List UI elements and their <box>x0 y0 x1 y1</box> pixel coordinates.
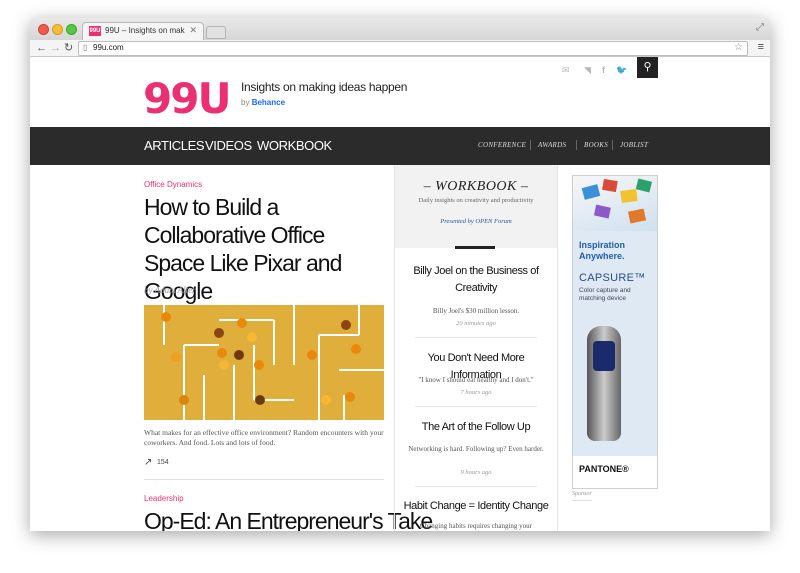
ad-photo-collage <box>573 176 657 231</box>
article-author: by Adam Alter <box>144 285 196 295</box>
pantone-logo: PANTONE® <box>579 464 629 474</box>
photo-collage-image <box>581 178 653 224</box>
workbook-header: – WORKBOOK – Daily insights on creativit… <box>395 165 557 249</box>
search-icon[interactable]: ⚲ <box>637 57 658 78</box>
tab-title: 99U – Insights on making <box>105 26 185 35</box>
workbook-item-time: 20 minutes ago <box>456 320 496 327</box>
sidebar-ad-column: Inspiration Anywhere. CAPSURE™ Color cap… <box>562 165 770 531</box>
site-tagline: Insights on making ideas happen <box>241 80 408 94</box>
facebook-icon[interactable]: f <box>602 65 605 75</box>
workbook-title[interactable]: – WORKBOOK – <box>395 179 557 195</box>
title-bar: 99U 99U – Insights on making ✕ ⤢ <box>30 18 770 41</box>
zoom-window-button[interactable] <box>66 24 77 35</box>
new-tab-button[interactable] <box>206 26 226 39</box>
nav-articles[interactable]: ARTICLES <box>144 138 205 153</box>
reload-icon[interactable]: ↻ <box>64 41 73 55</box>
workbook-item-desc: Networking is hard. Following up? Even h… <box>408 445 544 453</box>
fullscreen-icon[interactable]: ⤢ <box>756 22 764 33</box>
forward-arrow-icon[interactable]: → <box>50 41 61 55</box>
article-excerpt: What makes for an effective office envir… <box>144 428 384 447</box>
article-title[interactable]: Op-Ed: An Entrepreneur's Take <box>144 507 433 531</box>
workbook-item-time: 9 hours ago <box>460 469 492 476</box>
url-text: 99u.com <box>93 43 124 52</box>
nav-joblist[interactable]: JOBLIST <box>620 141 648 149</box>
workbook-subtitle: Daily insights on creativity and product… <box>418 197 534 204</box>
workbook-divider <box>415 486 537 487</box>
nav-videos[interactable]: VIDEOS <box>205 138 252 153</box>
workbook-header-bar <box>455 246 495 249</box>
office-maze-illustration <box>161 305 384 420</box>
twitter-icon[interactable]: 🐦 <box>616 65 627 76</box>
workbook-sponsor-link[interactable]: Presented by OPEN Forum <box>395 218 557 225</box>
pantone-ad-banner[interactable]: Inspiration Anywhere. CAPSURE™ Color cap… <box>572 175 658 489</box>
page-icon: ▯ <box>83 43 88 52</box>
web-page: 99U Insights on making ideas happen by B… <box>30 57 770 531</box>
ad-headline: Inspiration Anywhere. <box>579 240 626 261</box>
mail-icon[interactable]: ✉ <box>562 65 570 76</box>
workbook-column: – WORKBOOK – Daily insights on creativit… <box>394 165 558 531</box>
article-hero-image[interactable] <box>144 305 384 420</box>
back-arrow-icon[interactable]: ← <box>36 41 47 55</box>
browser-window: 99U 99U – Insights on making ✕ ⤢ ← → ↻ ▯… <box>30 18 770 531</box>
sponsor-divider <box>572 500 592 501</box>
minimize-window-button[interactable] <box>52 24 63 35</box>
site-logo[interactable]: 99U <box>143 77 232 121</box>
bookmark-star-icon[interactable]: ☆ <box>734 42 743 53</box>
address-bar[interactable]: ▯ 99u.com ☆ <box>78 41 748 56</box>
workbook-item-title[interactable]: Habit Change = Identity Change <box>403 498 549 515</box>
behance-link[interactable]: Behance <box>252 98 285 107</box>
main-nav: ARTICLES VIDEOS WORKBOOK CONFERENCE AWAR… <box>30 127 770 165</box>
browser-tab[interactable]: 99U 99U – Insights on making ✕ <box>82 22 204 41</box>
browser-toolbar: ← → ↻ ▯ 99u.com ☆ ≡ <box>30 40 770 57</box>
nav-separator <box>576 140 577 150</box>
nav-workbook[interactable]: WORKBOOK <box>257 138 332 153</box>
close-window-button[interactable] <box>38 24 49 35</box>
workbook-item-desc: "I know I should eat healthy and I don't… <box>418 376 534 384</box>
article-category[interactable]: Leadership <box>144 494 184 503</box>
share-icon[interactable]: ↗ <box>144 457 152 468</box>
ad-brand-strip: PANTONE® <box>573 456 657 488</box>
workbook-divider <box>415 337 537 338</box>
nav-separator <box>612 140 613 150</box>
hamburger-menu-icon[interactable]: ≡ <box>758 41 764 53</box>
device-screen <box>593 341 615 371</box>
workbook-item-title[interactable]: Billy Joel on the Business of Creativity <box>403 263 549 297</box>
tab-close-icon[interactable]: ✕ <box>189 25 197 36</box>
favicon: 99U <box>89 26 101 36</box>
ad-product-name: CAPSURE™ <box>579 272 646 284</box>
article-category[interactable]: Office Dynamics <box>144 180 202 189</box>
ad-product-desc: Color capture and matching device <box>579 287 631 302</box>
nav-awards[interactable]: AWARDS <box>538 141 566 149</box>
nav-separator <box>530 140 531 150</box>
sponsor-label: Sponsor <box>572 491 592 497</box>
article-divider <box>144 479 384 480</box>
nav-conference[interactable]: CONFERENCE <box>478 141 526 149</box>
byline: by Behance <box>241 98 286 107</box>
rss-icon[interactable]: ◥ <box>584 65 591 76</box>
workbook-item-desc: Billy Joel's $30 million lesson. <box>432 307 520 315</box>
workbook-item-title[interactable]: The Art of the Follow Up <box>403 419 549 436</box>
workbook-divider <box>415 406 537 407</box>
workbook-item-time: 7 hours ago <box>460 389 492 396</box>
workbook-item-desc: Changing habits requires changing your <box>420 522 532 530</box>
share-count: 154 <box>157 459 169 466</box>
nav-books[interactable]: BOOKS <box>584 141 608 149</box>
